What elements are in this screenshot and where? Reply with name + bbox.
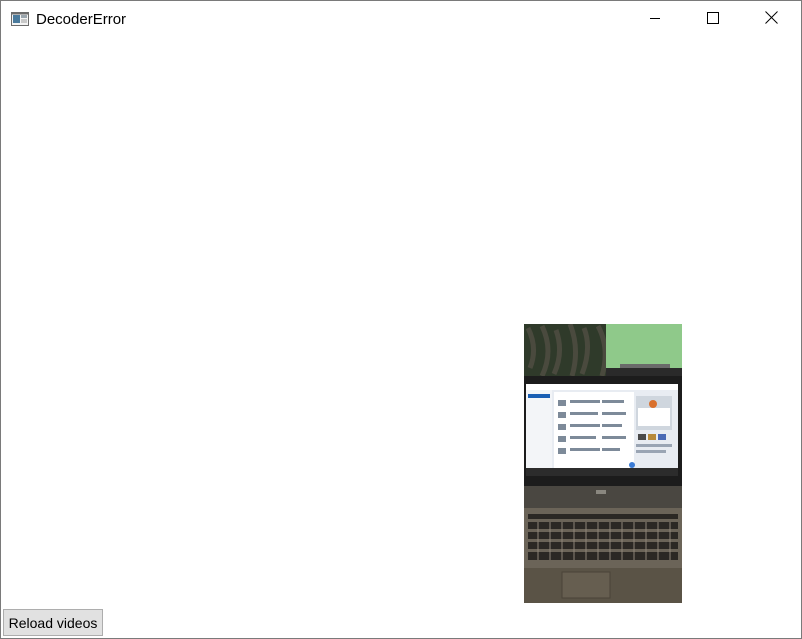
video-thumbnail[interactable] [524,324,682,603]
window-title: DecoderError [36,11,127,28]
reload-videos-button[interactable]: Reload videos [3,609,103,636]
maximize-icon [707,11,719,29]
app-window: DecoderError Reload videos [0,0,802,639]
close-icon [764,10,778,29]
close-button[interactable] [742,1,800,38]
title-bar[interactable]: DecoderError [1,1,801,38]
minimize-button[interactable] [626,1,684,38]
video-frame-image [524,324,682,603]
minimize-icon [649,11,661,29]
maximize-button[interactable] [684,1,742,38]
window-app-icon [11,12,29,26]
client-area: Reload videos [1,38,801,638]
